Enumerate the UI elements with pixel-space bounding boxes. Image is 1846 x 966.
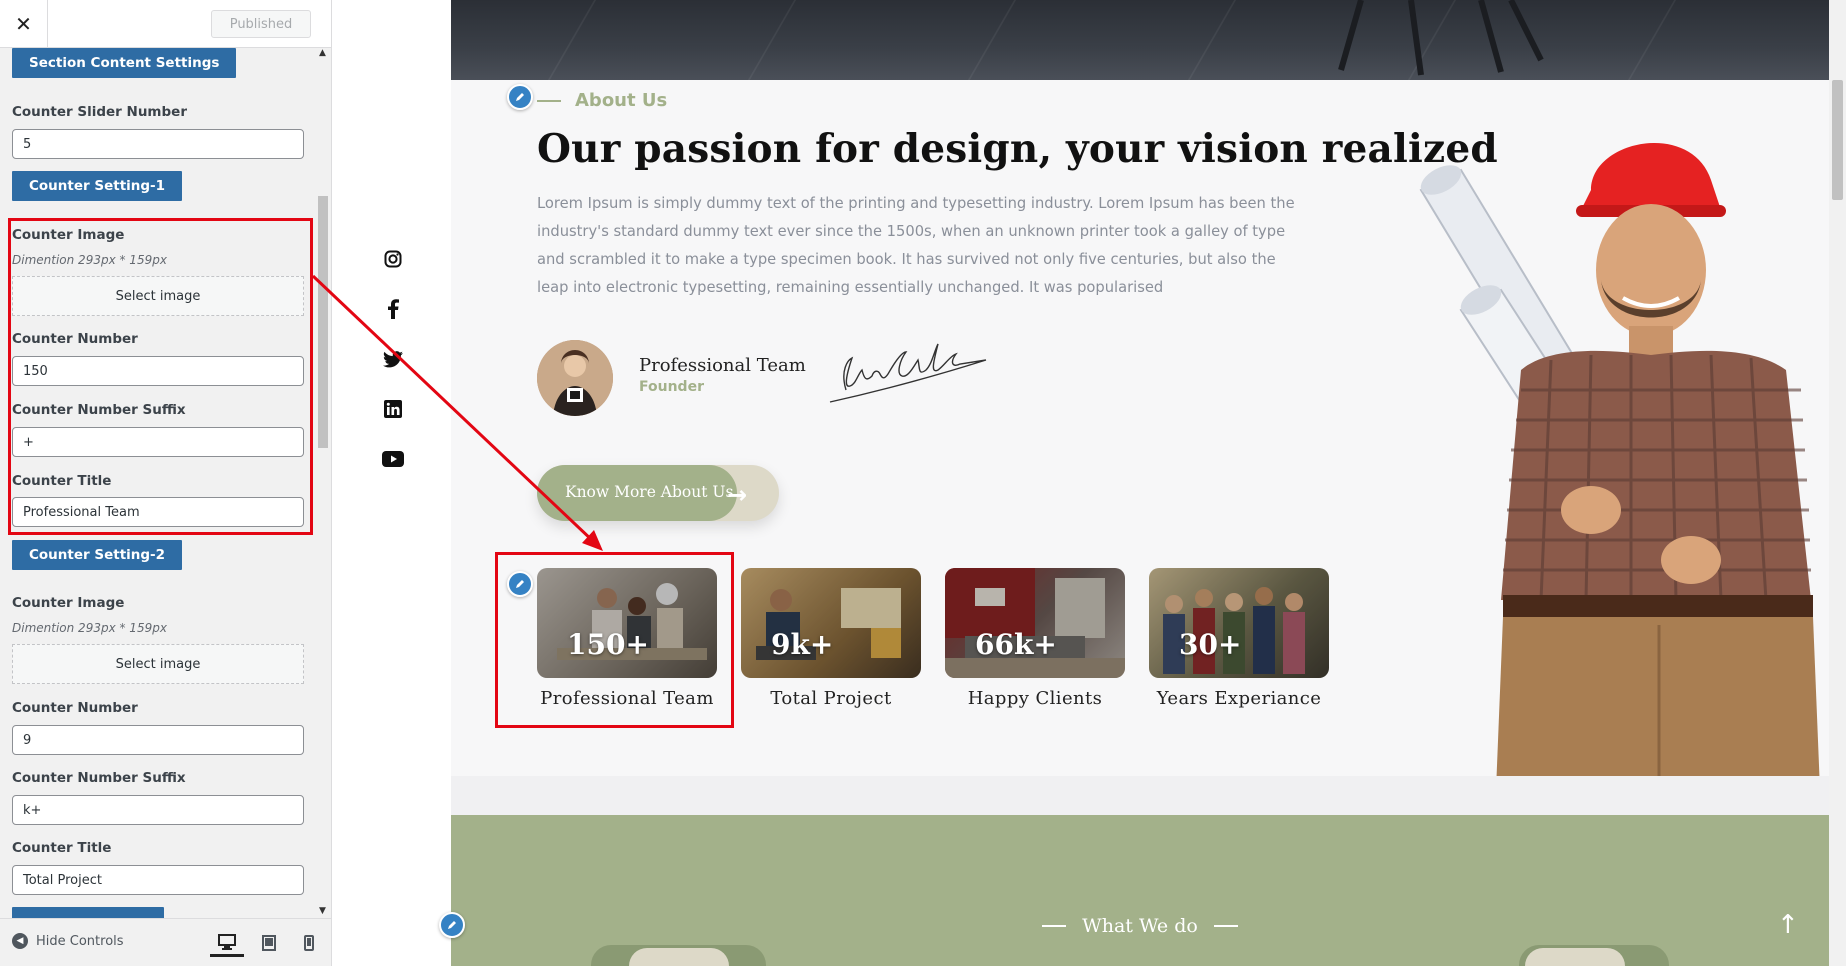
counter-slider-number-input[interactable]: 5: [12, 129, 304, 159]
sidebar-header: ✕ Published: [0, 0, 331, 48]
counter-card-2: 9k+ Total Project: [741, 568, 921, 709]
about-title: Our passion for design, your vision real…: [537, 126, 1498, 172]
signature-image: [829, 343, 987, 403]
mobile-icon: [304, 935, 314, 951]
section-content-settings-button[interactable]: Section Content Settings: [12, 48, 237, 78]
counter-slider-number-label: Counter Slider Number: [12, 104, 187, 120]
highlight-box-counter: [495, 552, 734, 728]
arrow-right-icon: →: [727, 481, 748, 509]
youtube-icon[interactable]: [381, 447, 405, 471]
edit-about-shortcut-button[interactable]: [507, 84, 533, 110]
mobile-preview-button[interactable]: [292, 929, 326, 957]
counter-2-number-label: Counter Number: [12, 700, 138, 716]
site-preview: About Us Our passion for design, your vi…: [333, 0, 1846, 966]
tablet-preview-button[interactable]: [252, 929, 286, 957]
sidebar-scrollbar[interactable]: [318, 196, 328, 448]
counter-3-title: Happy Clients: [967, 688, 1103, 709]
counter-card-3: 66k+ Happy Clients: [945, 568, 1125, 709]
what-we-do-heading: What We do: [451, 915, 1829, 937]
sidebar-footer: ◀ Hide Controls: [0, 918, 331, 966]
hero-image-strip: [451, 0, 1829, 80]
label-dash: [537, 99, 561, 102]
what-we-do-text: What We do: [1082, 915, 1198, 937]
counter-card-4: 30+ Years Experiance: [1149, 568, 1329, 709]
counter-2-select-image-button[interactable]: Select image: [12, 644, 304, 684]
preview-scrollbar-thumb[interactable]: [1832, 80, 1843, 200]
construction-worker-image: [1419, 142, 1821, 815]
what-we-do-section: [451, 815, 1829, 966]
about-section: About Us Our passion for design, your vi…: [439, 0, 1846, 966]
counter-2-suffix-label: Counter Number Suffix: [12, 770, 186, 786]
counter-4-title: Years Experiance: [1156, 688, 1322, 709]
counter-2-image-description: Dimention 293px * 159px: [12, 621, 167, 635]
about-body-text: Lorem Ipsum is simply dummy text of the …: [537, 195, 1295, 296]
counter-2-title: Total Project: [770, 688, 892, 709]
social-icons-column: [333, 0, 451, 966]
arrow-up-icon: ↑: [1777, 910, 1799, 940]
twitter-icon[interactable]: [381, 347, 405, 371]
section-divider: [451, 776, 1829, 815]
publish-button[interactable]: Published: [211, 10, 311, 38]
about-us-text: About Us: [575, 90, 668, 111]
founder-role: Founder: [639, 379, 704, 395]
pencil-icon: [516, 93, 524, 101]
desktop-icon: [218, 933, 236, 950]
hide-controls-label: Hide Controls: [36, 933, 124, 949]
counter-2-number: 9k+: [771, 628, 834, 661]
know-more-label: Know More About Us: [565, 483, 734, 501]
counter-3-image: 66k+: [945, 568, 1125, 678]
counter-2-title-input[interactable]: Total Project: [12, 865, 304, 895]
linkedin-icon[interactable]: [381, 397, 405, 421]
about-us-label: About Us: [537, 90, 667, 111]
counter-setting-2-button[interactable]: Counter Setting-2: [12, 540, 183, 570]
highlight-box-settings: [8, 218, 313, 535]
counter-2-suffix-input[interactable]: k+: [12, 795, 304, 825]
instagram-icon[interactable]: [381, 247, 405, 271]
tablet-icon: [262, 935, 276, 951]
scroll-to-top-button[interactable]: ↑: [1777, 910, 1799, 940]
counter-2-title-label: Counter Title: [12, 840, 112, 856]
counter-2-number-input[interactable]: 9: [12, 725, 304, 755]
close-button[interactable]: ✕: [0, 0, 48, 48]
scroll-up-arrow-icon[interactable]: ▲: [319, 48, 326, 58]
hide-controls-button[interactable]: ◀ Hide Controls: [12, 933, 124, 949]
know-more-button[interactable]: Know More About Us →: [537, 465, 779, 521]
counter-4-image: 30+: [1149, 568, 1329, 678]
desktop-preview-button[interactable]: [210, 929, 244, 957]
collapse-arrow-icon: ◀: [12, 933, 28, 949]
counter-2-image: 9k+: [741, 568, 921, 678]
founder-name: Professional Team: [639, 355, 806, 376]
close-icon: ✕: [15, 12, 32, 36]
counter-4-number: 30+: [1179, 628, 1242, 661]
counter-setting-1-button[interactable]: Counter Setting-1: [12, 171, 183, 201]
counter-3-number: 66k+: [975, 628, 1057, 661]
founder-avatar: [537, 340, 613, 416]
counter-2-image-label: Counter Image: [12, 595, 125, 611]
scroll-down-arrow-icon[interactable]: ▼: [319, 906, 326, 916]
facebook-icon[interactable]: [381, 297, 405, 321]
